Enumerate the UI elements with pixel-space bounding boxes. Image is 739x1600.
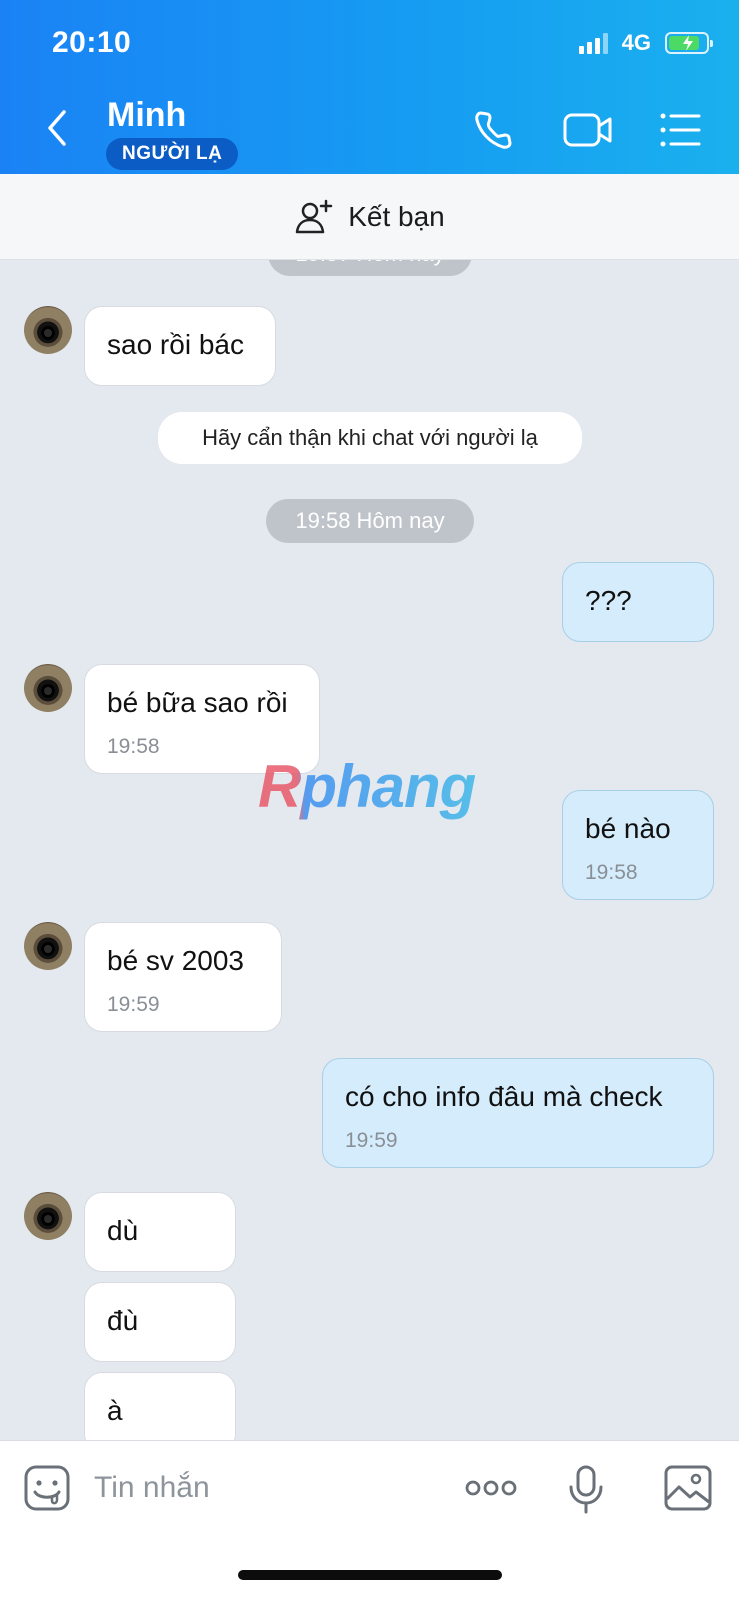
message-bubble-incoming[interactable]: đù — [84, 1282, 236, 1362]
more-options-icon[interactable] — [464, 1477, 518, 1504]
status-time: 20:10 — [52, 26, 132, 59]
stranger-badge: NGƯỜI LẠ — [106, 138, 239, 170]
menu-list-icon[interactable] — [658, 108, 702, 157]
image-gallery-icon[interactable] — [664, 1465, 712, 1516]
avatar[interactable] — [24, 664, 72, 712]
message-bubble-incoming[interactable]: dù — [84, 1192, 236, 1272]
microphone-icon[interactable] — [568, 1465, 604, 1520]
message-time: 19:58 — [107, 735, 160, 758]
battery-icon — [665, 32, 713, 54]
status-indicators: 4G — [578, 30, 713, 56]
message-list[interactable]: 19:57 Hôm nay sao rồi bác Hãy cẩn thận k… — [0, 260, 739, 1440]
watermark-logo: Rphang — [258, 753, 476, 820]
message-bubble-outgoing[interactable]: ??? — [562, 562, 714, 642]
message-time: 19:59 — [107, 993, 160, 1016]
message-bubble-incoming[interactable]: à — [84, 1372, 236, 1440]
message-bubble-outgoing[interactable]: có cho info đâu mà check 19:59 — [322, 1058, 714, 1168]
message-bubble-incoming[interactable]: bé sv 2003 19:59 — [84, 922, 282, 1032]
network-type: 4G — [621, 30, 651, 55]
message-time: 19:58 — [585, 861, 638, 884]
signal-icon — [578, 32, 608, 54]
message-input[interactable]: Tin nhắn — [94, 1471, 210, 1505]
message-bubble-incoming[interactable]: sao rồi bác — [84, 306, 276, 386]
message-bubble-outgoing[interactable]: bé nào 19:58 — [562, 790, 714, 900]
video-call-icon[interactable] — [562, 108, 614, 157]
back-button[interactable] — [42, 108, 72, 152]
message-time: 19:59 — [345, 1129, 398, 1152]
add-friend-button[interactable]: Kết bạn — [0, 174, 739, 260]
chat-header: 20:10 4G Minh NGƯỜI LẠ — [0, 0, 739, 174]
sticker-icon[interactable] — [24, 1465, 70, 1516]
avatar[interactable] — [24, 306, 72, 354]
avatar[interactable] — [24, 922, 72, 970]
avatar[interactable] — [24, 1192, 72, 1240]
contact-name[interactable]: Minh — [107, 96, 186, 135]
time-pill-partial: 19:57 Hôm nay — [268, 260, 472, 276]
add-friend-icon — [295, 199, 333, 233]
home-indicator[interactable] — [238, 1570, 502, 1580]
date-separator: 19:58 Hôm nay — [266, 499, 474, 543]
stranger-warning: Hãy cẩn thận khi chat với người lạ — [158, 412, 582, 464]
phone-call-icon[interactable] — [472, 108, 516, 157]
add-friend-label: Kết bạn — [348, 200, 445, 232]
